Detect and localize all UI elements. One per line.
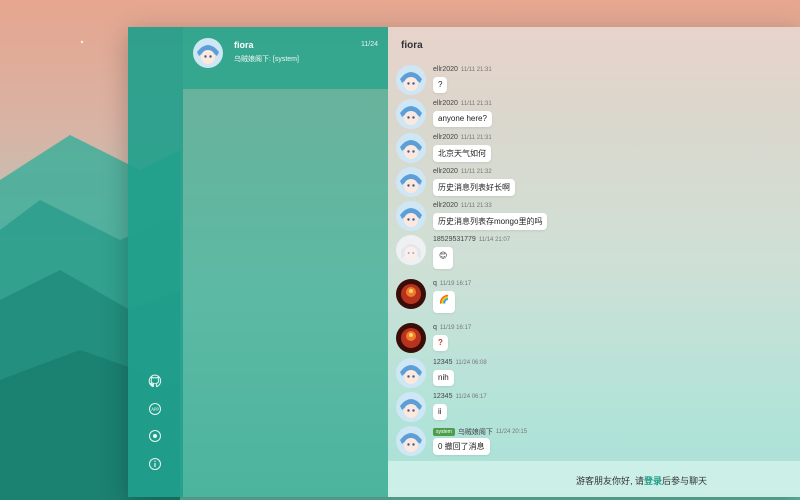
message-meta: 12345 11/24 06:17 bbox=[433, 393, 487, 400]
message-time: 11/19 16:17 bbox=[439, 324, 472, 331]
message-meta: 12345 11/24 06:08 bbox=[433, 359, 487, 366]
message-meta: ellr2020 11/11 21:33 bbox=[433, 202, 492, 209]
message-nickname: q bbox=[433, 324, 437, 331]
message-item: system 乌贼娘阁下 11/24 20:15 0 撤回了消息 bbox=[388, 426, 800, 466]
linkman-time: 11/24 bbox=[361, 41, 378, 48]
svg-text:APP: APP bbox=[151, 407, 159, 412]
message-time: 11/11 21:31 bbox=[460, 134, 492, 141]
message-nickname: ellr2020 bbox=[433, 134, 458, 141]
message-nickname: q bbox=[433, 280, 437, 287]
linkman-name: fiora bbox=[234, 40, 254, 50]
message-item: q 11/19 16:17 ? bbox=[388, 323, 800, 363]
message-time: 11/19 16:17 bbox=[439, 280, 472, 287]
linkman-preview: 乌贼娘阁下: [system] bbox=[234, 56, 299, 63]
guest-notice-prefix: 游客朋友你好, 请 bbox=[575, 476, 644, 486]
message-meta: ellr2020 11/11 21:31 bbox=[433, 66, 492, 73]
message-bubble: ? bbox=[433, 335, 448, 351]
message-meta: 18529531779 11/14 21:07 bbox=[433, 236, 510, 243]
guest-notice: 游客朋友你好, 请登录后参与聊天 bbox=[576, 474, 707, 487]
linkman-item-fiora[interactable]: fiora 11/24 乌贼娘阁下: [system] bbox=[183, 27, 388, 89]
message-nickname: ellr2020 bbox=[433, 202, 458, 209]
user-avatar[interactable] bbox=[396, 65, 426, 95]
chat-app-window: APP fiora 11/24 乌贼娘阁下: [system] fiora el… bbox=[128, 27, 800, 497]
message-bubble: 0 撤回了消息 bbox=[433, 438, 490, 455]
message-time: 11/24 20:15 bbox=[495, 429, 528, 435]
user-avatar[interactable] bbox=[396, 279, 426, 309]
guest-notice-suffix: 后参与聊天 bbox=[661, 476, 707, 486]
message-bubble: 历史消息列表存mongo里的吗 bbox=[433, 213, 548, 230]
message-time: 11/11 21:31 bbox=[460, 66, 492, 73]
app-icon[interactable]: APP bbox=[146, 400, 164, 418]
chat-header: fiora bbox=[388, 27, 800, 61]
linkman-list: fiora 11/24 乌贼娘阁下: [system] bbox=[183, 27, 388, 497]
info-icon[interactable] bbox=[146, 455, 164, 473]
message-bubble: 北京天气如何 bbox=[433, 145, 491, 162]
user-avatar[interactable] bbox=[396, 323, 426, 353]
message-meta: system 乌贼娘阁下 11/24 20:15 bbox=[433, 427, 527, 437]
message-nickname: ellr2020 bbox=[433, 66, 458, 73]
message-time: 11/11 21:32 bbox=[460, 168, 492, 175]
settings-icon[interactable] bbox=[146, 427, 164, 445]
message-bubble: anyone here? bbox=[433, 111, 492, 127]
message-time: 11/14 21:07 bbox=[478, 236, 511, 243]
user-avatar[interactable] bbox=[396, 235, 426, 265]
user-avatar[interactable] bbox=[396, 201, 426, 231]
chat-title: fiora bbox=[401, 40, 423, 51]
user-avatar[interactable] bbox=[396, 358, 426, 388]
message-meta: ellr2020 11/11 21:31 bbox=[433, 100, 492, 107]
message-bubble: 🌈 bbox=[433, 291, 455, 313]
message-nickname: ellr2020 bbox=[433, 100, 458, 107]
message-time: 11/11 21:33 bbox=[460, 202, 492, 209]
message-time: 11/11 21:31 bbox=[460, 100, 492, 107]
side-toolbar: APP bbox=[128, 27, 183, 497]
message-bubble: ii bbox=[433, 404, 447, 420]
login-link[interactable]: 登录 bbox=[644, 476, 662, 486]
message-bubble: 历史消息列表好长啊 bbox=[433, 179, 515, 196]
message-time: 11/24 06:08 bbox=[455, 359, 487, 366]
user-avatar[interactable] bbox=[396, 99, 426, 129]
user-avatar[interactable] bbox=[396, 392, 426, 422]
github-icon[interactable] bbox=[146, 372, 164, 390]
message-meta: q 11/19 16:17 bbox=[433, 324, 471, 331]
message-nickname: 12345 bbox=[433, 359, 453, 366]
user-avatar[interactable] bbox=[396, 133, 426, 163]
message-time: 11/24 06:17 bbox=[455, 393, 487, 400]
message-bubble: 😊 bbox=[433, 247, 454, 269]
message-item: 18529531779 11/14 21:07 😊 bbox=[388, 235, 800, 279]
message-bubble: ? bbox=[433, 77, 448, 93]
group-avatar bbox=[193, 38, 223, 68]
message-nickname: 乌贼娘阁下 bbox=[457, 429, 493, 436]
user-avatar[interactable] bbox=[396, 426, 426, 456]
chat-panel: fiora ellr2020 11/11 21:31 ? ellr2020 11/1… bbox=[388, 27, 800, 497]
message-bubble: nih bbox=[433, 370, 454, 386]
chat-footer: 游客朋友你好, 请登录后参与聊天 bbox=[388, 461, 800, 497]
message-nickname: ellr2020 bbox=[433, 168, 458, 175]
message-meta: ellr2020 11/11 21:32 bbox=[433, 168, 492, 175]
message-meta: ellr2020 11/11 21:31 bbox=[433, 134, 492, 141]
system-tag: system bbox=[433, 428, 455, 436]
message-nickname: 18529531779 bbox=[433, 236, 476, 243]
message-item: q 11/19 16:17 🌈 bbox=[388, 279, 800, 323]
user-avatar[interactable] bbox=[396, 167, 426, 197]
message-meta: q 11/19 16:17 bbox=[433, 280, 471, 287]
message-nickname: 12345 bbox=[433, 393, 453, 400]
